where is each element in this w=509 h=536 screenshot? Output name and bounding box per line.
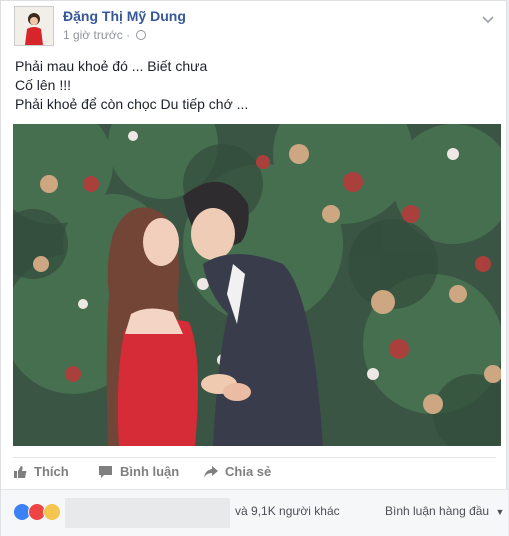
post-text-line: Phải mau khoẻ đó ... Biết chưa: [15, 58, 208, 74]
comment-label: Bình luận: [120, 464, 180, 479]
comment-icon: [99, 465, 112, 478]
comment-sort-dropdown[interactable]: Bình luận hàng đầu ▼: [385, 504, 504, 518]
share-arrow-icon: [204, 465, 218, 478]
reactions-footer: và 9,1K người khác Bình luận hàng đầu ▼: [1, 489, 508, 536]
like-label: Thích: [34, 464, 69, 479]
post-text: Phải mau khoẻ đó ... Biết chưa Cố lên !!…: [15, 57, 485, 114]
caret-down-icon: ▼: [495, 507, 505, 517]
author-name[interactable]: Đặng Thị Mỹ Dung: [63, 8, 186, 24]
share-button[interactable]: Chia sẻ: [203, 464, 271, 479]
thumbs-up-icon: [14, 465, 27, 478]
post-actions-bar: Thích Bình luận Chia sẻ: [13, 457, 496, 490]
author-avatar[interactable]: [14, 6, 54, 46]
globe-icon: [136, 30, 147, 40]
post-photo[interactable]: [0, 84, 509, 454]
post-text-line: Cố lên !!!: [15, 77, 72, 93]
blurred-names: [65, 498, 230, 528]
sort-label: Bình luận hàng đầu: [385, 504, 490, 518]
post-text-line: Phải khoẻ để còn chọc Du tiếp chớ ...: [15, 96, 249, 112]
share-label: Chia sẻ: [225, 464, 272, 479]
post-time[interactable]: 1 giờ trước: [63, 28, 123, 42]
comment-button[interactable]: Bình luận: [98, 464, 179, 479]
reaction-others-count[interactable]: và 9,1K người khác: [235, 504, 340, 518]
post-meta: 1 giờ trước ·: [63, 28, 147, 42]
reaction-icons[interactable]: [13, 503, 61, 521]
post-options-chevron-icon[interactable]: [480, 11, 496, 27]
post-card: Đặng Thị Mỹ Dung 1 giờ trước · Phải mau …: [0, 0, 509, 536]
sad-icon: [43, 503, 61, 521]
like-button[interactable]: Thích: [13, 464, 69, 479]
